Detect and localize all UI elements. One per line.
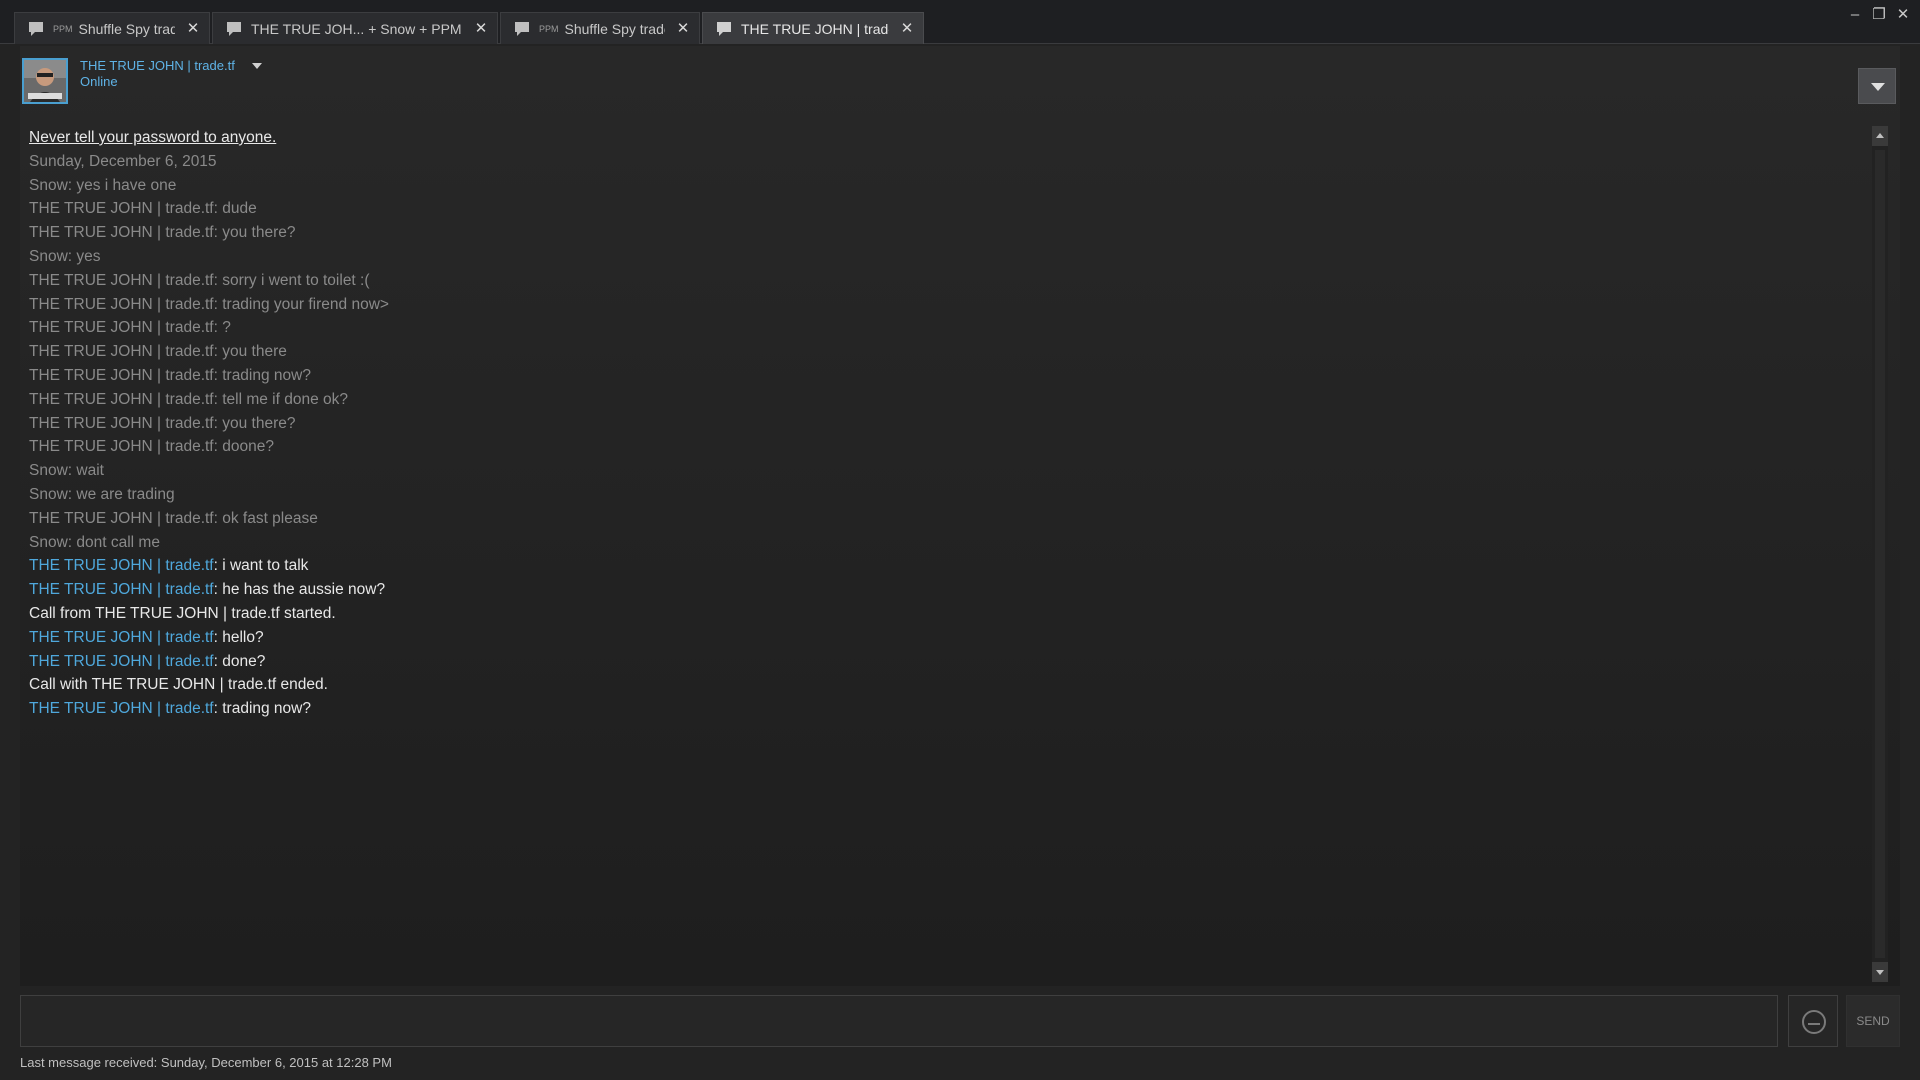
message-text: done?	[222, 652, 266, 670]
close-window-icon[interactable]: ✕	[1894, 6, 1912, 24]
message-sender[interactable]: THE TRUE JOHN | trade.tf	[29, 629, 214, 646]
message-text: he has the aussie now?	[222, 581, 386, 599]
message-separator: :	[213, 628, 223, 646]
chevron-down-icon[interactable]	[252, 63, 262, 69]
history-message: THE TRUE JOHN | trade.tf: sorry i went t…	[29, 271, 370, 289]
tab-title: THE TRUE JOH... + Snow + PPM Sh...	[251, 20, 463, 37]
password-notice[interactable]: Never tell your password to anyone.	[29, 126, 1879, 150]
history-message: THE TRUE JOHN | trade.tf: you there?	[29, 224, 296, 242]
last-message-status: Last message received: Sunday, December …	[20, 1055, 392, 1070]
tab-ppm-tag: PPM	[539, 23, 559, 34]
chat-bubble-icon	[717, 21, 731, 36]
history-message: THE TRUE JOHN | trade.tf: tell me if don…	[29, 390, 349, 408]
chat-message: THE TRUE JOHN | trade.tf: trading now?	[29, 697, 1879, 721]
avatar[interactable]	[22, 58, 68, 104]
history-message: Snow: we are trading	[29, 485, 175, 503]
chat-scrollbar[interactable]	[1872, 126, 1888, 982]
history-message: THE TRUE JOHN | trade.tf: you there?	[29, 414, 296, 432]
history-message: Snow: dont call me	[29, 533, 160, 551]
tab-title: THE TRUE JOHN | trade.tf	[741, 20, 889, 37]
tab-shuffle-spy-2[interactable]: PPM Shuffle Spy trade.tf ✕	[500, 12, 700, 44]
avatar-image	[24, 60, 66, 102]
chat-bubble-icon	[515, 21, 529, 36]
smiley-icon	[1802, 1010, 1826, 1034]
message-separator: :	[213, 700, 223, 718]
restore-icon[interactable]: ❐	[1870, 6, 1888, 24]
message-sender[interactable]: THE TRUE JOHN | trade.tf	[29, 700, 214, 717]
chat-header: THE TRUE JOHN | trade.tf Online	[20, 56, 1900, 104]
history-message: Snow: yes	[29, 247, 101, 265]
message-sender[interactable]: THE TRUE JOHN | trade.tf	[29, 581, 214, 598]
message-text: i want to talk	[222, 557, 309, 575]
chat-window: PPM Shuffle Spy trade.tf ✕ THE TRUE JOH.…	[0, 0, 1920, 1080]
close-icon[interactable]: ✕	[675, 20, 691, 37]
history-message: THE TRUE JOHN | trade.tf: dude	[29, 200, 257, 218]
window-controls: – ❐ ✕	[1846, 6, 1912, 24]
message-separator: :	[213, 557, 223, 575]
history-message: Snow: wait	[29, 462, 104, 480]
scroll-track[interactable]	[1875, 150, 1885, 958]
call-ended-notice: Call with THE TRUE JOHN | trade.tf ended…	[29, 676, 328, 694]
chat-panel: THE TRUE JOHN | trade.tf Online Never te…	[20, 46, 1900, 986]
close-icon[interactable]: ✕	[185, 20, 201, 37]
dropdown-triangle-icon	[1871, 83, 1885, 91]
history-message: THE TRUE JOHN | trade.tf: trading your f…	[29, 295, 389, 313]
tab-shuffle-spy-1[interactable]: PPM Shuffle Spy trade.tf ✕	[14, 12, 210, 44]
chat-bubble-icon	[227, 21, 241, 36]
tab-group-chat[interactable]: THE TRUE JOH... + Snow + PPM Sh... ✕	[212, 12, 498, 44]
call-started-notice: Call from THE TRUE JOHN | trade.tf start…	[29, 604, 336, 622]
minimize-icon[interactable]: –	[1846, 6, 1864, 24]
chat-message: THE TRUE JOHN | trade.tf: i want to talk	[29, 554, 1879, 578]
history-message: THE TRUE JOHN | trade.tf: ok fast please	[29, 509, 318, 527]
history-message: THE TRUE JOHN | trade.tf: doone?	[29, 438, 274, 456]
tab-bar: PPM Shuffle Spy trade.tf ✕ THE TRUE JOH.…	[0, 0, 1920, 44]
chat-message: THE TRUE JOHN | trade.tf: hello?	[29, 626, 1879, 650]
message-text: hello?	[222, 628, 264, 646]
tab-ppm-tag: PPM	[53, 23, 73, 34]
history-message: THE TRUE JOHN | trade.tf: trading now?	[29, 366, 311, 384]
message-sender[interactable]: THE TRUE JOHN | trade.tf	[29, 557, 214, 574]
message-sender[interactable]: THE TRUE JOHN | trade.tf	[29, 653, 214, 670]
send-button[interactable]: SEND	[1846, 995, 1900, 1047]
old-messages: Snow: yes i have one THE TRUE JOHN | trad…	[29, 174, 1879, 555]
date-divider: Sunday, December 6, 2015	[29, 152, 217, 170]
history-message: THE TRUE JOHN | trade.tf: you there	[29, 343, 287, 361]
friend-name[interactable]: THE TRUE JOHN | trade.tf	[80, 58, 235, 73]
close-icon[interactable]: ✕	[899, 20, 915, 37]
message-input[interactable]	[20, 995, 1778, 1047]
emoticon-button[interactable]	[1788, 995, 1838, 1047]
history-message: THE TRUE JOHN | trade.tf: ?	[29, 319, 231, 337]
tab-title: Shuffle Spy trade.tf	[78, 20, 175, 37]
message-separator: :	[213, 581, 223, 599]
history-message: Snow: yes i have one	[29, 176, 177, 194]
tab-true-john[interactable]: THE TRUE JOHN | trade.tf ✕	[702, 12, 924, 44]
chat-message: THE TRUE JOHN | trade.tf: done?	[29, 650, 1879, 674]
close-icon[interactable]: ✕	[473, 20, 489, 37]
chat-bubble-icon	[29, 21, 43, 36]
tab-title: Shuffle Spy trade.tf	[564, 20, 665, 37]
chat-log: Never tell your password to anyone. Sund…	[29, 126, 1879, 976]
chat-options-button[interactable]	[1858, 68, 1896, 104]
friend-status: Online	[80, 74, 118, 89]
chat-message: THE TRUE JOHN | trade.tf: he has the aus…	[29, 578, 1879, 602]
scroll-down-arrow-icon[interactable]	[1872, 962, 1888, 982]
message-separator: :	[213, 652, 223, 670]
message-text: trading now?	[222, 700, 311, 718]
scroll-up-arrow-icon[interactable]	[1872, 126, 1888, 146]
